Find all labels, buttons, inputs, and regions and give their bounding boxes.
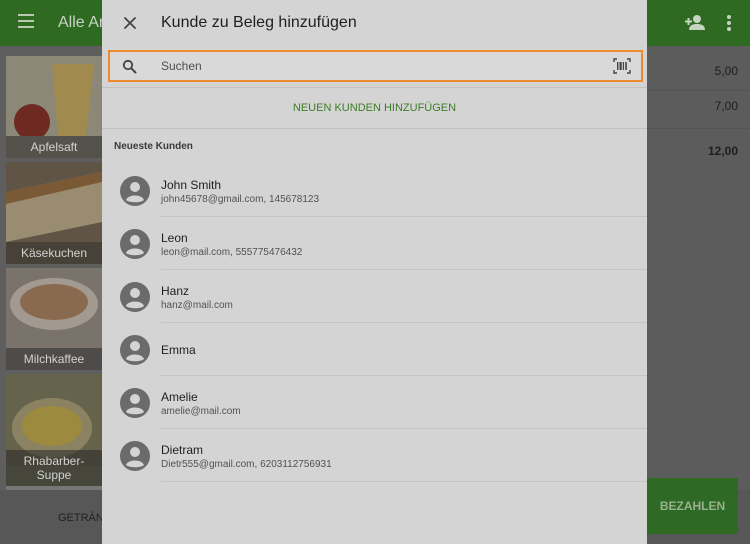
- person-add-icon[interactable]: [685, 14, 705, 30]
- account-circle-icon: [120, 229, 150, 259]
- product-tile[interactable]: Apfelsaft: [6, 56, 102, 158]
- receipt-divider: [647, 128, 750, 129]
- recent-customers-heading: Neueste Kunden: [114, 141, 193, 152]
- product-tile[interactable]: Rhabarber- Suppe: [6, 374, 102, 486]
- customer-item[interactable]: Leon leon@mail.com, 555775476432: [102, 217, 647, 270]
- account-circle-icon: [120, 282, 150, 312]
- dialog-title: Kunde zu Beleg hinzufügen: [161, 14, 357, 31]
- close-icon[interactable]: [122, 15, 138, 31]
- barcode-scan-icon[interactable]: [613, 58, 631, 74]
- app-title: Alle Ar: [58, 14, 105, 31]
- account-circle-icon: [120, 441, 150, 471]
- customer-name: Amelie: [161, 390, 198, 404]
- menu-icon[interactable]: [18, 14, 34, 28]
- customer-item[interactable]: Amelie amelie@mail.com: [102, 376, 647, 429]
- more-vert-icon[interactable]: [727, 15, 731, 33]
- cheesecake-image: [6, 162, 102, 242]
- divider: [102, 128, 647, 129]
- account-circle-icon: [120, 388, 150, 418]
- customer-item[interactable]: Emma: [102, 323, 647, 376]
- receipt-divider: [647, 90, 750, 91]
- milk-coffee-image: [6, 268, 102, 348]
- customer-item[interactable]: Hanz hanz@mail.com: [102, 270, 647, 323]
- receipt-panel: 5,00 7,00 12,00: [647, 46, 750, 490]
- customer-details: Dietr555@gmail.com, 6203112756931: [161, 459, 332, 470]
- account-circle-icon: [120, 176, 150, 206]
- product-label: Rhabarber- Suppe: [6, 450, 102, 486]
- customer-name: Hanz: [161, 284, 190, 298]
- pay-button[interactable]: BEZAHLEN: [647, 478, 738, 534]
- dialog-header: Kunde zu Beleg hinzufügen: [102, 0, 647, 46]
- search-icon: [122, 59, 137, 74]
- receipt-amount: 5,00: [714, 64, 738, 78]
- search-bar[interactable]: [108, 50, 643, 82]
- customer-name: John Smith: [161, 178, 222, 192]
- customer-details: amelie@mail.com: [161, 406, 241, 417]
- product-tile[interactable]: Käsekuchen: [6, 162, 102, 264]
- customer-item[interactable]: Dietram Dietr555@gmail.com, 620311275693…: [102, 429, 647, 482]
- customer-details: hanz@mail.com: [161, 300, 233, 311]
- apple-juice-image: [6, 56, 102, 136]
- customer-details: leon@mail.com, 555775476432: [161, 247, 303, 258]
- customer-name: Leon: [161, 231, 188, 245]
- product-tile[interactable]: Milchkaffee: [6, 268, 102, 370]
- product-label: Apfelsaft: [6, 136, 102, 158]
- receipt-total: 12,00: [707, 144, 738, 158]
- product-grid: Apfelsaft Käsekuchen Milchkaffee Rhabarb…: [0, 46, 102, 492]
- search-input[interactable]: [161, 57, 601, 75]
- receipt-amount: 7,00: [714, 99, 738, 113]
- customer-list: John Smith john45678@gmail.com, 14567812…: [102, 164, 647, 482]
- customer-name: Emma: [161, 343, 196, 357]
- product-label: Milchkaffee: [6, 348, 102, 370]
- customer-item[interactable]: John Smith john45678@gmail.com, 14567812…: [102, 164, 647, 217]
- divider: [161, 481, 647, 482]
- add-customer-dialog: Kunde zu Beleg hinzufügen NEUEN KUNDEN H…: [102, 0, 647, 544]
- customer-name: Dietram: [161, 443, 204, 457]
- customer-details: john45678@gmail.com, 145678123: [161, 194, 320, 205]
- add-new-customer-button[interactable]: NEUEN KUNDEN HINZUFÜGEN: [102, 88, 647, 128]
- product-label: Käsekuchen: [6, 242, 102, 264]
- account-circle-icon: [120, 335, 150, 365]
